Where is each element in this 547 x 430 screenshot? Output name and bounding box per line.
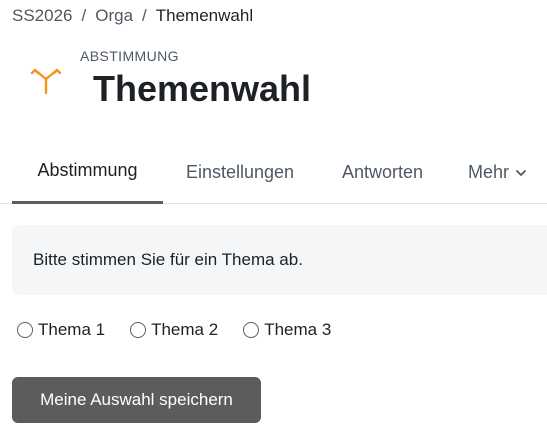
breadcrumb-separator: / <box>142 6 147 25</box>
option-thema-2[interactable]: Thema 2 <box>130 320 218 340</box>
tab-label: Abstimmung <box>37 160 138 180</box>
tab-antworten[interactable]: Antworten <box>317 140 448 204</box>
option-label: Thema 1 <box>38 320 106 339</box>
breadcrumb-separator: / <box>81 6 87 25</box>
intro-text: Bitte stimmen Sie für ein Thema ab. <box>33 250 303 269</box>
breadcrumb-item-current: Themenwahl <box>155 6 254 25</box>
breadcrumb-item-course[interactable]: SS2026 <box>12 6 73 26</box>
fork-arrows-icon <box>28 60 64 96</box>
tab-label: Antworten <box>341 161 424 182</box>
save-choice-button[interactable]: Meine Auswahl speichern <box>12 377 261 423</box>
tab-label: Mehr <box>467 161 509 182</box>
tab-mehr[interactable]: Mehr <box>448 140 547 204</box>
choice-options: Thema 1 Thema 2 Thema 3 <box>17 320 356 340</box>
secondary-navigation: Abstimmung Einstellungen Antworten Mehr <box>0 140 547 204</box>
radio-button[interactable] <box>243 322 260 338</box>
tab-abstimmung[interactable]: Abstimmung <box>12 140 163 204</box>
page-title: Themenwahl <box>93 68 312 109</box>
activity-type-label: ABSTIMMUNG <box>80 48 179 64</box>
intro-box: Bitte stimmen Sie für ein Thema ab. <box>12 225 547 295</box>
option-thema-1[interactable]: Thema 1 <box>17 320 105 340</box>
breadcrumb-item-section[interactable]: Orga <box>95 6 133 26</box>
radio-button[interactable] <box>17 322 33 338</box>
option-thema-3[interactable]: Thema 3 <box>243 320 331 340</box>
option-label: Thema 3 <box>264 320 332 339</box>
chevron-down-icon <box>515 162 527 183</box>
breadcrumb: SS2026 / Orga / Themenwahl <box>12 6 253 26</box>
option-label: Thema 2 <box>151 320 219 339</box>
tab-label: Einstellungen <box>185 161 295 182</box>
tab-einstellungen[interactable]: Einstellungen <box>163 140 317 204</box>
radio-button[interactable] <box>130 322 147 338</box>
